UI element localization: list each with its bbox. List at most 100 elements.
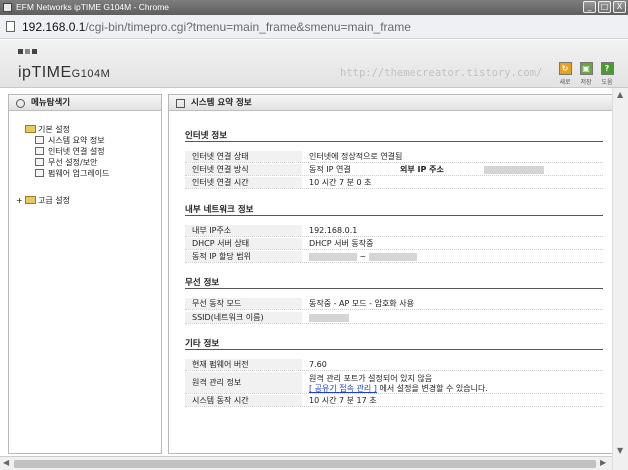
section-title-internet: 인터넷 정보 bbox=[185, 131, 228, 141]
table-row: 동적 IP 할당 범위 ~ bbox=[185, 251, 603, 263]
tree-item-label: 인터넷 연결 설정 bbox=[48, 147, 105, 156]
row-value: DHCP 서버 동작중 bbox=[309, 239, 374, 248]
tree-item-label: 무선 설정/보안 bbox=[48, 158, 98, 167]
tree-group-basic[interactable]: 기본 설정 bbox=[25, 124, 70, 135]
redacted-value bbox=[309, 252, 357, 261]
divider bbox=[185, 141, 603, 142]
menu-explorer-title: 메뉴탐색기 bbox=[31, 98, 71, 108]
refresh-button[interactable]: ↻ 새로 bbox=[556, 62, 574, 86]
network-icon bbox=[35, 147, 44, 155]
magnifier-icon bbox=[16, 99, 25, 108]
section-title-other: 기타 정보 bbox=[185, 339, 220, 349]
help-icon: ? bbox=[600, 62, 614, 75]
folder-icon bbox=[25, 125, 36, 133]
row-value: 10 시간 7 분 0 초 bbox=[309, 178, 372, 187]
logo: ipTIMEG104M bbox=[18, 64, 110, 82]
window-title: EFM Networks ipTIME G104M - Chrome bbox=[16, 2, 170, 12]
horizontal-scroll-thumb[interactable] bbox=[14, 460, 596, 468]
row-label: DHCP 서버 상태 bbox=[185, 238, 302, 249]
logo-brand: ipTIME bbox=[18, 64, 72, 81]
row-label: 무선 동작 모드 bbox=[185, 298, 302, 309]
chart-icon bbox=[35, 136, 44, 144]
table-row: SSID(네트워크 이름) bbox=[185, 312, 603, 324]
menu-explorer-panel: 메뉴탐색기 기본 설정 시스템 요약 정보 인터넷 연결 설정 무선 설정/보안… bbox=[8, 94, 162, 454]
row-value: 192.168.0.1 bbox=[309, 226, 358, 235]
external-ip-label: 외부 IP 주소 bbox=[400, 165, 444, 174]
system-summary-panel: 시스템 요약 정보 인터넷 정보 인터넷 연결 상태 인터넷에 정상적으로 연결… bbox=[168, 94, 617, 454]
wireless-icon bbox=[35, 158, 44, 166]
horizontal-scrollbar[interactable]: ◀ ▶ bbox=[0, 456, 612, 470]
window-titlebar: EFM Networks ipTIME G104M - Chrome _ □ X bbox=[0, 0, 628, 15]
tree-group-advanced-label: 고급 설정 bbox=[38, 196, 70, 205]
close-button[interactable]: X bbox=[613, 1, 626, 13]
tree-group-advanced[interactable]: 고급 설정 bbox=[25, 195, 70, 206]
divider bbox=[185, 349, 603, 350]
row-label: 인터넷 연결 시간 bbox=[185, 177, 302, 188]
table-row: 시스템 동작 시간 10 시간 7 분 17 초 bbox=[185, 395, 603, 407]
row-label: 원격 관리 정보 bbox=[185, 372, 302, 393]
row-value: 동작중 - AP 모드 - 암호화 사용 bbox=[309, 299, 414, 308]
table-row: 인터넷 연결 상태 인터넷에 정상적으로 연결됨 bbox=[185, 151, 603, 163]
url-host: 192.168.0.1 bbox=[22, 20, 86, 34]
row-value: 동적 IP 연결 bbox=[309, 165, 351, 174]
upgrade-icon bbox=[35, 169, 44, 177]
tree-group-basic-label: 기본 설정 bbox=[38, 125, 70, 134]
tree-item-internet-setup[interactable]: 인터넷 연결 설정 bbox=[35, 146, 105, 157]
minimize-button[interactable]: _ bbox=[583, 1, 596, 13]
menu-explorer-header: 메뉴탐색기 bbox=[9, 95, 161, 111]
system-summary-header: 시스템 요약 정보 bbox=[169, 95, 616, 111]
row-value: 인터넷에 정상적으로 연결됨 bbox=[309, 152, 403, 161]
maximize-button[interactable]: □ bbox=[598, 1, 611, 13]
expand-icon[interactable]: + bbox=[16, 196, 23, 205]
help-button[interactable]: ? 도움 bbox=[598, 62, 616, 86]
tree-item-wireless[interactable]: 무선 설정/보안 bbox=[35, 157, 97, 168]
row-label: 인터넷 연결 상태 bbox=[185, 151, 302, 162]
save-button[interactable]: ▣ 저장 bbox=[577, 62, 595, 86]
save-label: 저장 bbox=[580, 79, 592, 86]
system-summary-title: 시스템 요약 정보 bbox=[191, 98, 252, 108]
row-label: 인터넷 연결 방식 bbox=[185, 164, 302, 175]
page-icon bbox=[6, 21, 15, 32]
table-row: 무선 동작 모드 동작중 - AP 모드 - 암호화 사용 bbox=[185, 298, 603, 310]
section-title-internal: 내부 네트워크 정보 bbox=[185, 205, 254, 215]
router-header: ipTIMEG104M http://themecreator.tistory.… bbox=[0, 40, 628, 88]
external-ip: 외부 IP 주소 bbox=[400, 164, 544, 175]
help-label: 도움 bbox=[601, 79, 613, 86]
window-icon bbox=[176, 99, 185, 108]
table-row: 원격 관리 정보 원격 관리 포트가 설정되어 있지 않음 [ 공유기 접속 관… bbox=[185, 372, 603, 394]
tree-item-system-summary[interactable]: 시스템 요약 정보 bbox=[35, 135, 105, 146]
scroll-down-icon[interactable]: ▼ bbox=[617, 446, 623, 455]
address-bar[interactable]: 192.168.0.1/cgi-bin/timepro.cgi?tmenu=ma… bbox=[0, 15, 628, 39]
window-controls: _ □ X bbox=[583, 1, 626, 13]
row-label: 동적 IP 할당 범위 bbox=[185, 251, 302, 262]
row-label: 현재 펌웨어 버전 bbox=[185, 359, 302, 370]
tree-item-label: 시스템 요약 정보 bbox=[48, 136, 105, 145]
table-row: 현재 펌웨어 버전 7.60 bbox=[185, 359, 603, 371]
row-value: ~ bbox=[309, 251, 417, 262]
watermark: http://themecreator.tistory.com/ bbox=[340, 67, 543, 79]
tree-item-firmware[interactable]: 펌웨어 업그레이드 bbox=[35, 168, 109, 179]
redacted-value bbox=[368, 252, 417, 261]
range-separator: ~ bbox=[359, 252, 367, 261]
table-row: 인터넷 연결 방식 동적 IP 연결 외부 IP 주소 bbox=[185, 164, 603, 176]
row-label: 내부 IP주소 bbox=[185, 225, 302, 236]
row-value bbox=[309, 312, 349, 323]
folder-icon bbox=[25, 196, 36, 204]
row-value: 10 시간 7 분 17 초 bbox=[309, 396, 377, 405]
table-row: 내부 IP주소 192.168.0.1 bbox=[185, 225, 603, 237]
remote-hint-text: 에서 설정을 변경할 수 있습니다. bbox=[379, 384, 488, 393]
redacted-value bbox=[309, 313, 349, 322]
scroll-right-icon[interactable]: ▶ bbox=[600, 458, 606, 467]
row-label: 시스템 동작 시간 bbox=[185, 395, 302, 406]
divider bbox=[185, 215, 603, 216]
scroll-up-icon[interactable]: ▲ bbox=[617, 90, 623, 99]
vertical-scrollbar[interactable]: ▲ ▼ bbox=[612, 88, 628, 470]
refresh-icon: ↻ bbox=[558, 62, 572, 75]
url-text[interactable]: 192.168.0.1/cgi-bin/timepro.cgi?tmenu=ma… bbox=[22, 20, 411, 34]
router-access-link[interactable]: [ 공유기 접속 관리 ] bbox=[309, 384, 377, 393]
divider bbox=[185, 288, 603, 289]
logo-model: G104M bbox=[71, 68, 111, 80]
remote-hint: [ 공유기 접속 관리 ] 에서 설정을 변경할 수 있습니다. bbox=[309, 384, 488, 394]
scroll-left-icon[interactable]: ◀ bbox=[3, 458, 9, 467]
app-icon bbox=[3, 3, 12, 12]
